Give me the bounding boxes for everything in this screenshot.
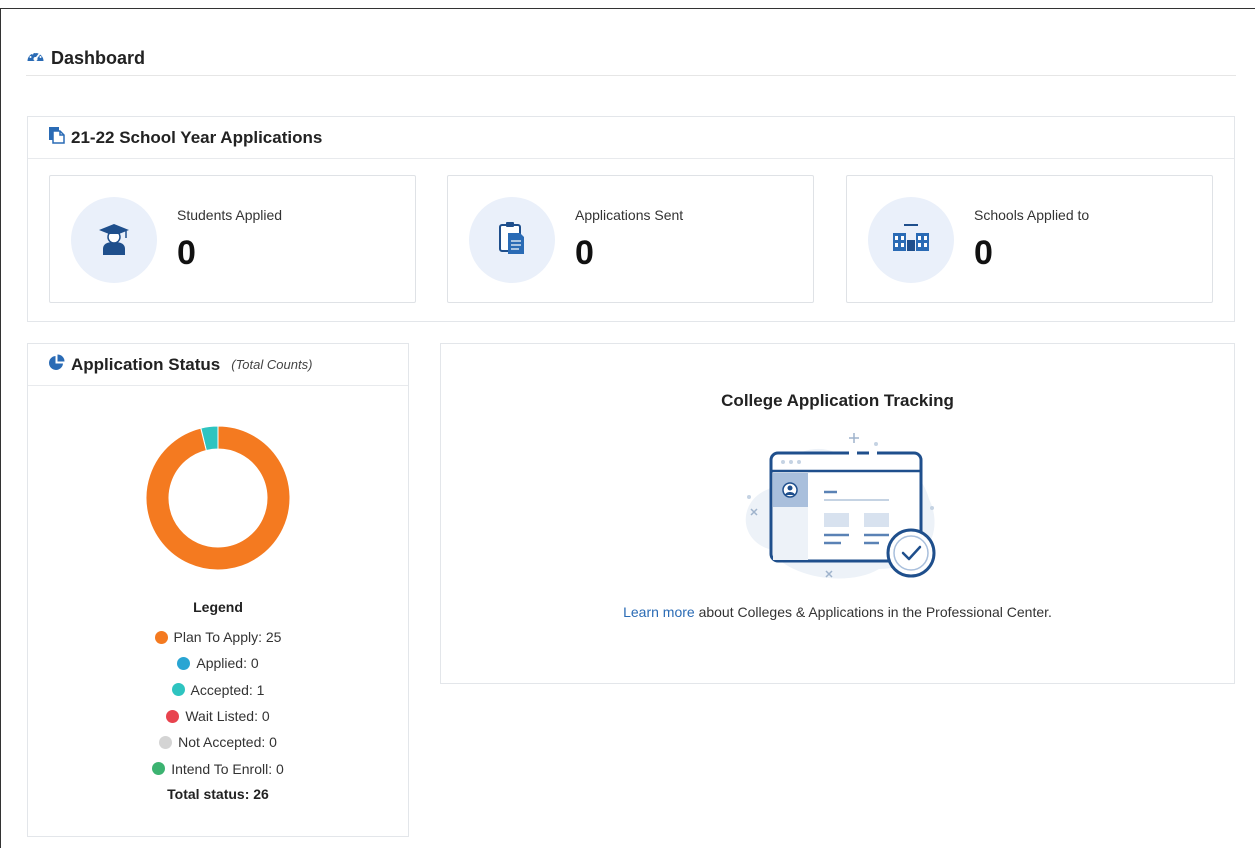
application-status-title: Application Status xyxy=(71,354,221,374)
college-tracking-description: Learn more about Colleges & Applications… xyxy=(441,604,1234,620)
stat-label: Schools Applied to xyxy=(974,207,1090,223)
stat-icon-circle xyxy=(469,197,555,283)
legend-dot xyxy=(159,735,173,749)
stat-card-students-applied: Students Applied 0 xyxy=(49,175,416,303)
college-tracking-text: about Colleges & Applications in the Pro… xyxy=(694,604,1052,620)
legend-label: Intend To Enroll: 0 xyxy=(171,760,284,777)
legend-dot xyxy=(152,762,166,776)
school-building-icon xyxy=(890,222,932,259)
legend-dot xyxy=(177,656,191,670)
stat-value: 0 xyxy=(575,234,594,272)
page-title: Dashboard xyxy=(51,48,146,68)
legend-dot xyxy=(171,683,185,697)
application-status-panel-header: Application Status (Total Counts) xyxy=(28,344,408,386)
application-tracking-illustration-icon xyxy=(729,429,949,594)
stat-label: Applications Sent xyxy=(575,207,684,223)
stat-value: 0 xyxy=(177,234,196,272)
pie-chart-icon xyxy=(48,354,65,376)
chart-legend: Legend Plan To Apply: 25 Applied: 0 Acce… xyxy=(28,599,408,802)
graduate-icon xyxy=(97,221,131,260)
legend-item-intend-to-enroll: Intend To Enroll: 0 xyxy=(28,755,408,781)
legend-item-accepted: Accepted: 1 xyxy=(28,677,408,703)
stat-card-applications-sent: Applications Sent 0 xyxy=(447,175,814,303)
legend-total: Total status: 26 xyxy=(167,785,269,802)
applications-panel: 21-22 School Year Applications Students … xyxy=(27,116,1235,322)
stat-icon-circle xyxy=(71,197,157,283)
applications-panel-title: 21-22 School Year Applications xyxy=(71,127,323,147)
legend-label: Accepted: 1 xyxy=(190,681,265,698)
gauge-icon xyxy=(26,48,45,70)
legend-item-not-accepted: Not Accepted: 0 xyxy=(28,729,408,755)
application-status-panel: Application Status (Total Counts) Legend… xyxy=(27,343,409,837)
legend-label: Plan To Apply: 25 xyxy=(173,629,282,646)
legend-item-wait-listed: Wait Listed: 0 xyxy=(28,703,408,729)
application-status-subtitle: (Total Counts) xyxy=(231,357,313,372)
stat-icon-circle xyxy=(868,197,954,283)
legend-dot xyxy=(166,709,180,723)
documents-icon xyxy=(48,126,65,149)
legend-item-applied: Applied: 0 xyxy=(28,650,408,676)
legend-label: Not Accepted: 0 xyxy=(178,734,277,751)
college-tracking-panel: College Application Tracking Learn more … xyxy=(440,343,1235,684)
legend-item-plan-to-apply: Plan To Apply: 25 xyxy=(28,624,408,650)
legend-label: Wait Listed: 0 xyxy=(185,708,270,725)
legend-title: Legend xyxy=(193,599,243,615)
legend-dot xyxy=(154,630,168,644)
college-tracking-title: College Application Tracking xyxy=(721,391,954,410)
learn-more-link[interactable]: Learn more xyxy=(623,604,695,620)
clipboard-icon xyxy=(498,221,526,260)
donut-chart xyxy=(145,425,291,571)
donut-slice-plan-to-apply[interactable] xyxy=(145,425,291,571)
stat-value: 0 xyxy=(974,234,993,272)
stat-label: Students Applied xyxy=(177,207,283,223)
stat-card-schools-applied-to: Schools Applied to 0 xyxy=(846,175,1213,303)
applications-panel-header: 21-22 School Year Applications xyxy=(28,117,1234,159)
legend-label: Applied: 0 xyxy=(196,655,259,672)
page-header: Dashboard xyxy=(26,42,1236,76)
